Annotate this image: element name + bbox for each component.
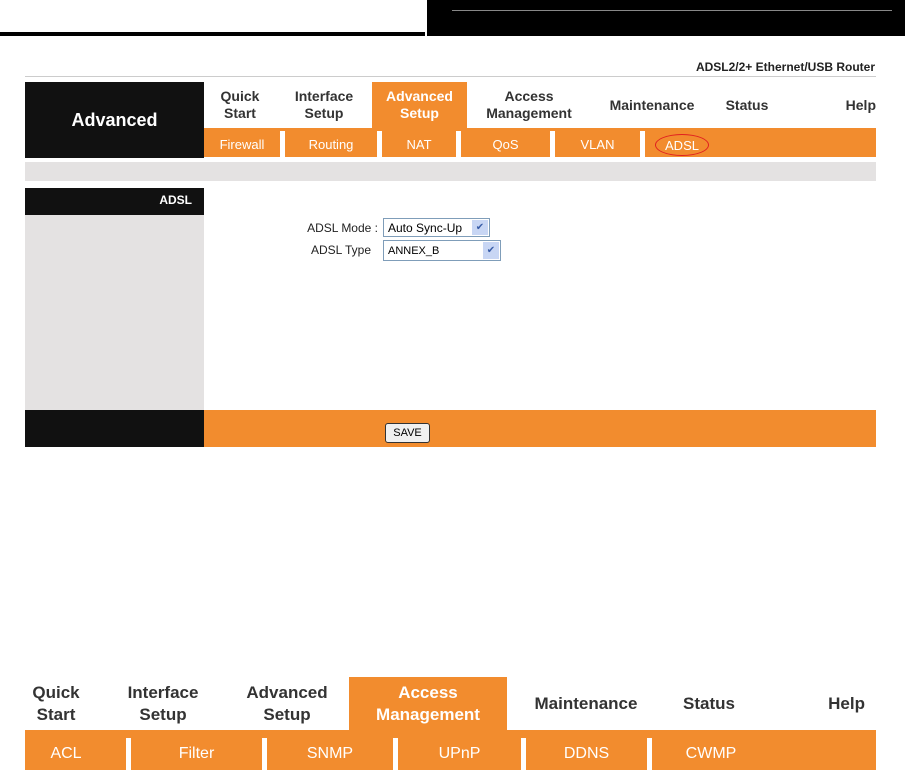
subnav-qos[interactable]: QoS	[461, 131, 550, 157]
adsl-mode-value: Auto Sync-Up	[388, 220, 463, 235]
subnav2-cwmp[interactable]: CWMP	[652, 738, 770, 770]
tab-access-management[interactable]: Access Management	[470, 82, 588, 128]
tab2-interface-setup[interactable]: Interface Setup	[115, 678, 211, 730]
subnav2-filter[interactable]: Filter	[131, 738, 262, 770]
tab2-quick-start[interactable]: Quick Start	[25, 678, 87, 730]
tab2-help[interactable]: Help	[800, 678, 865, 730]
footer-left	[25, 410, 204, 447]
subnav2-upnp[interactable]: UPnP	[398, 738, 521, 770]
grey-bar	[25, 162, 876, 181]
adsl-type-select[interactable]: ANNEX_B ✔	[383, 240, 501, 261]
tab-interface-setup[interactable]: Interface Setup	[280, 82, 368, 128]
chevron-down-icon: ✔	[472, 220, 488, 235]
footer-bar	[204, 410, 876, 447]
tab-help[interactable]: Help	[820, 82, 876, 128]
subnav2-acl[interactable]: ACL	[25, 738, 107, 770]
top-right-banner	[427, 0, 905, 36]
subnav2-snmp[interactable]: SNMP	[267, 738, 393, 770]
product-title: ADSL2/2+ Ethernet/USB Router	[695, 60, 875, 74]
chevron-down-icon: ✔	[483, 242, 499, 259]
sidebar-header: ADSL	[25, 188, 204, 215]
adsl-mode-label: ADSL Mode :	[307, 221, 378, 235]
tab2-maintenance[interactable]: Maintenance	[520, 678, 652, 730]
tab-advanced-setup[interactable]: Advanced Setup	[372, 82, 467, 128]
tab2-advanced-setup[interactable]: Advanced Setup	[236, 678, 338, 730]
sidebar-label: ADSL	[159, 193, 192, 207]
subnav-nat[interactable]: NAT	[382, 131, 456, 157]
subnav-firewall[interactable]: Firewall	[204, 131, 280, 157]
section-label: Advanced	[25, 82, 204, 158]
subnav-vlan[interactable]: VLAN	[555, 131, 640, 157]
save-button[interactable]: SAVE	[385, 423, 430, 443]
section-label-text: Advanced	[71, 109, 158, 130]
tab2-access-management[interactable]: Access Management	[349, 677, 507, 730]
tab-status[interactable]: Status	[714, 82, 780, 128]
header-rule	[25, 76, 876, 77]
tab-maintenance[interactable]: Maintenance	[598, 82, 706, 128]
adsl-type-label: ADSL Type	[310, 243, 371, 257]
adsl-type-value: ANNEX_B	[388, 244, 440, 257]
sidebar	[25, 215, 204, 410]
tab2-status[interactable]: Status	[670, 678, 748, 730]
subnav2-ddns[interactable]: DDNS	[526, 738, 647, 770]
subnav-adsl[interactable]: ADSL	[655, 134, 709, 156]
adsl-mode-select[interactable]: Auto Sync-Up ✔	[383, 218, 490, 237]
subnav-routing[interactable]: Routing	[285, 131, 377, 157]
tab-quick-start[interactable]: Quick Start	[208, 82, 272, 128]
top-left-rule	[0, 32, 425, 36]
